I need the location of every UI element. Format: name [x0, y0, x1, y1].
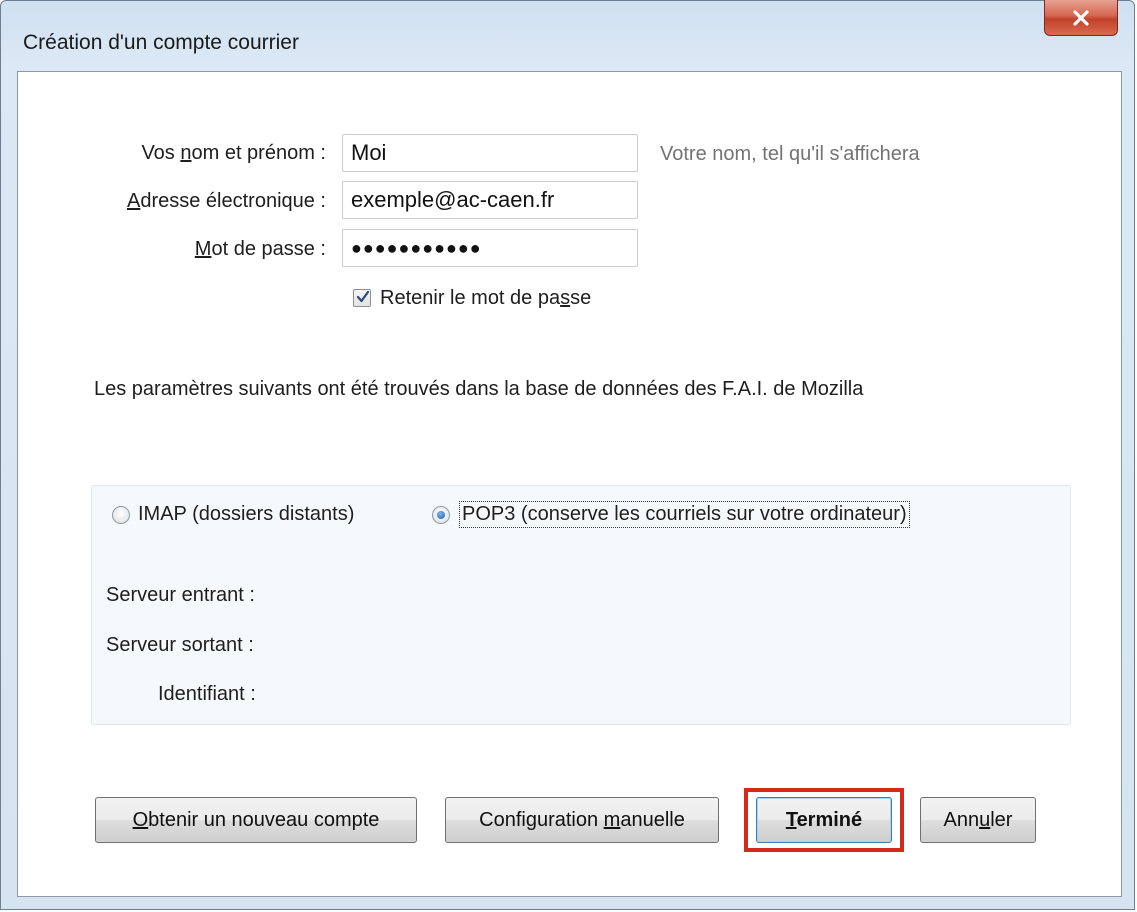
- checkmark-icon: [356, 290, 370, 303]
- password-label: Mot de passe :: [194, 238, 326, 260]
- dialog-window: Création d'un compte courrier Vos nom et…: [0, 0, 1135, 910]
- close-button[interactable]: [1044, 0, 1118, 36]
- email-field[interactable]: exemple@ac-caen.fr: [342, 181, 638, 219]
- remember-password-label[interactable]: Retenir le mot de passe: [380, 287, 591, 310]
- close-icon: [1073, 9, 1089, 26]
- window-title: Création d'un compte courrier: [23, 31, 299, 54]
- imap-radio[interactable]: [112, 506, 130, 524]
- password-field[interactable]: ●●●●●●●●●●●: [342, 229, 638, 267]
- identifier-label: Identifiant :: [158, 683, 256, 705]
- server-settings-group: IMAP (dossiers distants) POP3 (conserve …: [91, 485, 1071, 725]
- remember-password-checkbox[interactable]: [353, 289, 371, 307]
- name-label: Vos nom et prénom :: [141, 142, 326, 164]
- manual-config-button[interactable]: Configuration manuelle: [445, 797, 719, 843]
- email-label: Adresse électronique :: [126, 190, 326, 212]
- pop3-radio-label[interactable]: POP3 (conserve les courriels sur votre o…: [459, 501, 910, 528]
- get-new-account-button[interactable]: Obtenir un nouveau compte: [95, 797, 417, 843]
- imap-radio-label[interactable]: IMAP (dossiers distants): [138, 503, 354, 526]
- cancel-button[interactable]: Annuler: [920, 797, 1036, 843]
- isp-info-text: Les paramètres suivants ont été trouvés …: [94, 378, 864, 400]
- name-field[interactable]: Moi: [342, 134, 638, 172]
- pop3-radio[interactable]: [432, 506, 450, 524]
- dialog-body: Vos nom et prénom : Moi Votre nom, tel q…: [17, 71, 1122, 897]
- radio-selected-dot: [437, 511, 445, 519]
- done-button[interactable]: Terminé: [756, 797, 892, 843]
- incoming-server-label: Serveur entrant :: [106, 584, 255, 606]
- outgoing-server-label: Serveur sortant :: [106, 634, 254, 656]
- name-hint: Votre nom, tel qu'il s'affichera: [660, 143, 920, 165]
